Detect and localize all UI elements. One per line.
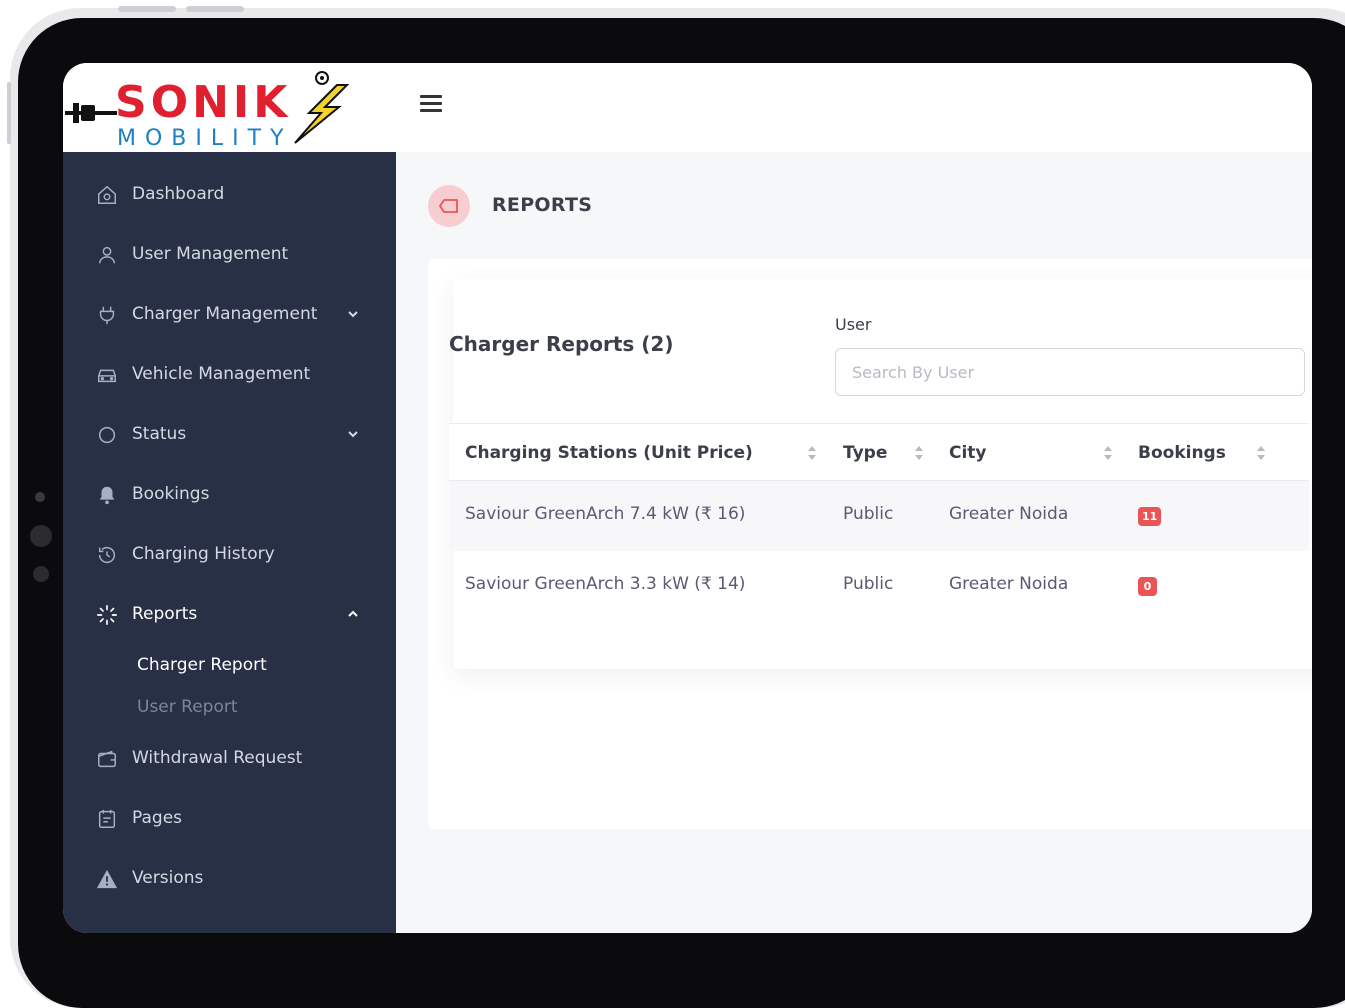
sidebar-item-label: User Management xyxy=(132,244,289,264)
table-row[interactable]: Saviour GreenArch 7.4 kW (₹ 16) Public G… xyxy=(449,481,1309,551)
sidebar-item-charger-management[interactable]: Charger Management xyxy=(63,291,396,337)
loader-icon xyxy=(97,605,117,625)
page-title: REPORTS xyxy=(492,194,593,216)
camera-sensor xyxy=(33,566,49,582)
tag-icon xyxy=(438,199,458,213)
user-icon xyxy=(98,246,116,264)
sidebar-item-label: Dashboard xyxy=(132,184,225,204)
history-icon xyxy=(98,547,116,564)
search-user-input[interactable] xyxy=(835,348,1305,396)
cell-city: Greater Noida xyxy=(949,504,1069,524)
chevron-down-icon xyxy=(348,431,358,438)
plug-icon xyxy=(99,306,115,325)
sidebar-subitem-user-report[interactable]: User Report xyxy=(137,697,238,717)
column-header-type[interactable]: Type xyxy=(843,443,887,463)
sidebar-item-status[interactable]: Status xyxy=(63,411,396,457)
sidebar-item-pages[interactable]: Pages xyxy=(63,795,396,841)
chevron-up-icon xyxy=(348,610,358,617)
column-header-bookings[interactable]: Bookings xyxy=(1138,443,1226,463)
file-icon xyxy=(98,809,116,828)
car-icon xyxy=(98,369,116,383)
tablet-side-button xyxy=(7,82,11,144)
user-filter-label: User xyxy=(835,315,872,334)
svg-text:MOBILITY: MOBILITY xyxy=(117,126,293,151)
sidebar-item-label: Pages xyxy=(132,808,183,828)
page-icon-badge xyxy=(428,185,470,227)
menu-toggle-button[interactable] xyxy=(420,95,442,115)
camera-dot xyxy=(35,492,45,502)
sidebar-item-bookings[interactable]: Bookings xyxy=(63,471,396,517)
column-header-station[interactable]: Charging Stations (Unit Price) xyxy=(465,443,753,463)
cell-station: Saviour GreenArch 3.3 kW (₹ 14) xyxy=(465,574,746,594)
sort-icon[interactable] xyxy=(1256,445,1266,461)
main-content: REPORTS Charger Reports (2) User Chargin… xyxy=(396,152,1312,933)
sort-icon[interactable] xyxy=(807,445,817,461)
table-row[interactable]: Saviour GreenArch 3.3 kW (₹ 14) Public G… xyxy=(449,551,1309,621)
cell-city: Greater Noida xyxy=(949,574,1069,594)
sidebar-item-label: Status xyxy=(132,424,187,444)
camera-lens xyxy=(30,525,52,547)
cell-type: Public xyxy=(843,504,894,524)
home-icon xyxy=(98,185,116,204)
sidebar-item-label: Bookings xyxy=(132,484,210,504)
sidebar-item-label: Versions xyxy=(132,868,204,888)
alert-triangle-icon xyxy=(96,869,118,889)
sidebar-item-charging-history[interactable]: Charging History xyxy=(63,531,396,577)
chevron-down-icon xyxy=(348,311,358,318)
bell-icon xyxy=(99,486,115,505)
sidebar-item-dashboard[interactable]: Dashboard xyxy=(63,171,396,217)
sidebar: Dashboard User Management Charger Manage… xyxy=(63,152,396,933)
sidebar-item-withdrawal-request[interactable]: Withdrawal Request xyxy=(63,735,396,781)
report-title: Charger Reports (2) xyxy=(449,332,674,356)
bookings-count-badge: 0 xyxy=(1138,577,1157,596)
app-screen: SONIK MOBILITY Dashboard User Management… xyxy=(63,63,1312,933)
table-header: Charging Stations (Unit Price) Type City… xyxy=(449,423,1309,481)
sonik-mobility-logo: SONIK MOBILITY xyxy=(65,71,350,151)
bookings-count-badge: 11 xyxy=(1138,507,1162,526)
tablet-top-button xyxy=(118,6,176,12)
sidebar-item-versions[interactable]: Versions xyxy=(63,855,396,901)
top-bar: SONIK MOBILITY xyxy=(63,63,1312,152)
sort-icon[interactable] xyxy=(914,445,924,461)
sort-icon[interactable] xyxy=(1103,445,1113,461)
sidebar-item-label: Vehicle Management xyxy=(132,364,311,384)
wallet-icon xyxy=(98,750,116,768)
sidebar-item-label: Reports xyxy=(132,604,198,624)
sidebar-item-reports[interactable]: Reports xyxy=(63,591,396,637)
sidebar-item-label: Withdrawal Request xyxy=(132,748,303,768)
tablet-top-button xyxy=(186,6,244,12)
column-header-city[interactable]: City xyxy=(949,443,987,463)
sidebar-item-label: Charger Management xyxy=(132,304,318,324)
sidebar-item-label: Charging History xyxy=(132,544,275,564)
svg-text:SONIK: SONIK xyxy=(115,77,291,128)
cell-type: Public xyxy=(843,574,894,594)
sidebar-subitem-charger-report[interactable]: Charger Report xyxy=(137,655,267,675)
sidebar-item-user-management[interactable]: User Management xyxy=(63,231,396,277)
sidebar-item-vehicle-management[interactable]: Vehicle Management xyxy=(63,351,396,397)
circle-icon xyxy=(98,426,116,444)
cell-station: Saviour GreenArch 7.4 kW (₹ 16) xyxy=(465,504,746,524)
